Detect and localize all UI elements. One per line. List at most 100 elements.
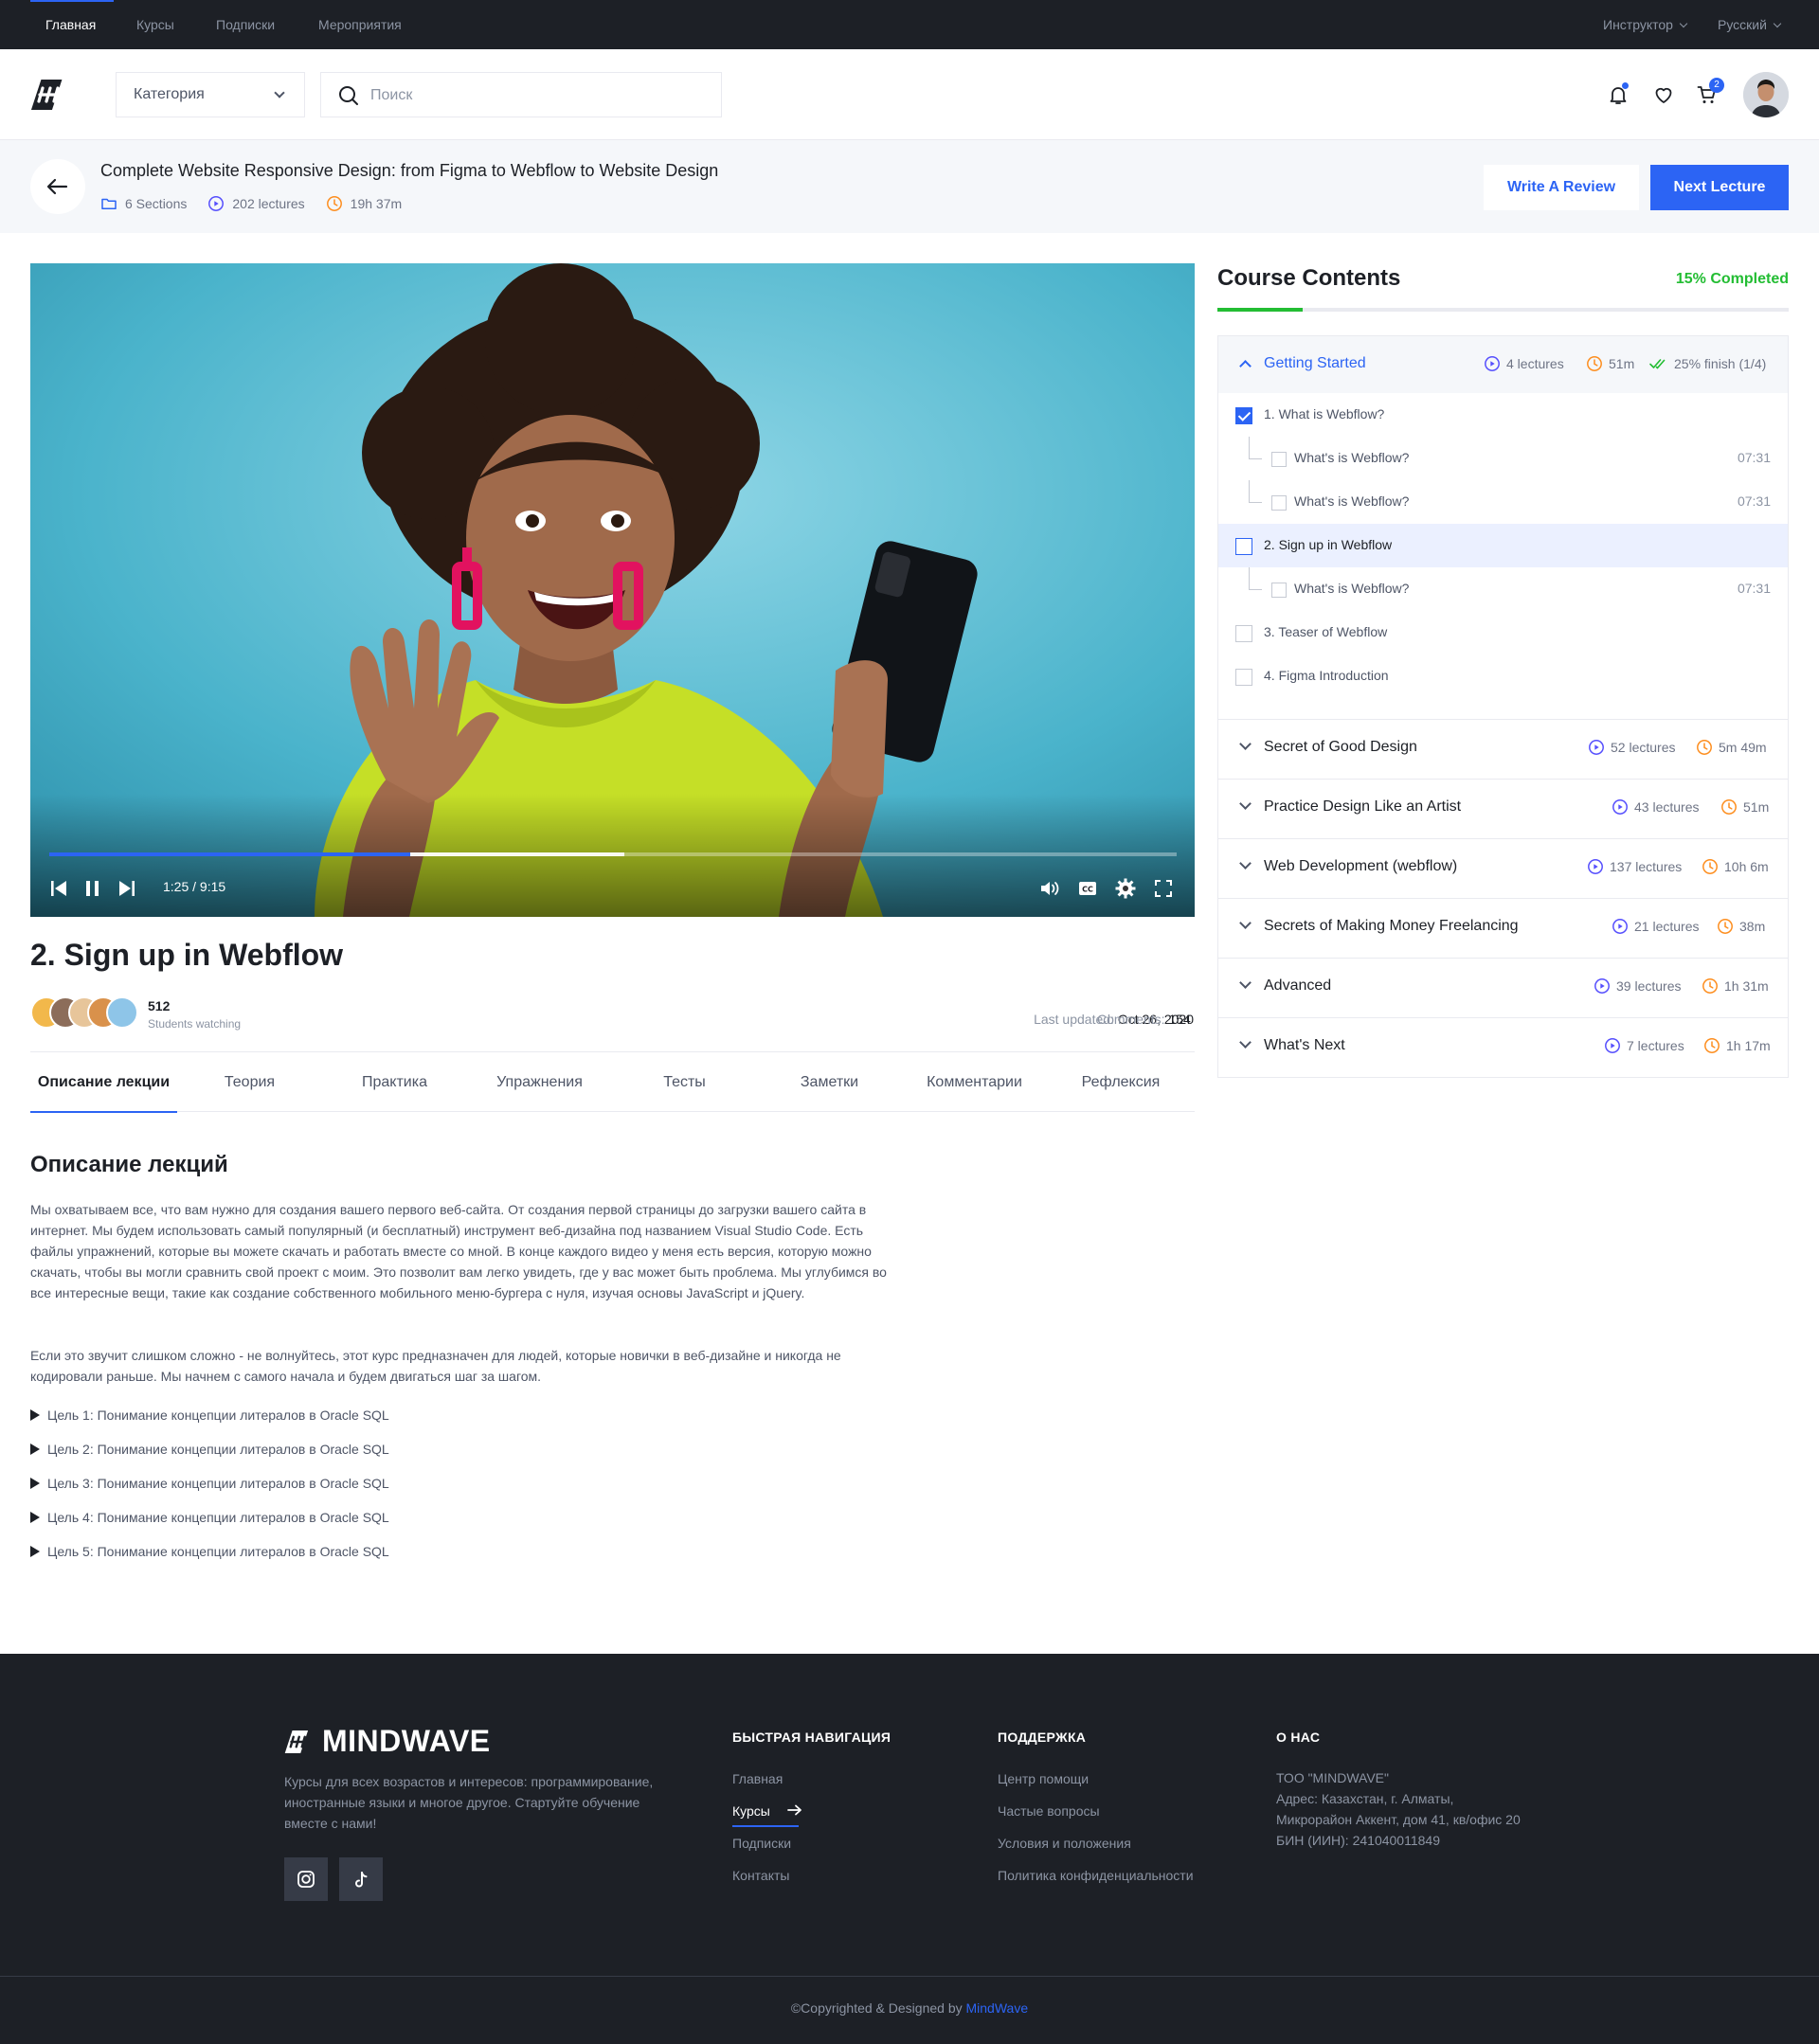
footer-link-contacts[interactable]: Контакты — [732, 1868, 789, 1883]
footer-link-faq[interactable]: Частые вопросы — [998, 1803, 1100, 1819]
topnav-courses[interactable]: Курсы — [136, 0, 174, 49]
footer-link-privacy[interactable]: Политика конфиденциальности — [998, 1868, 1194, 1883]
sections-count: 6 Sections — [125, 196, 188, 211]
captions-icon[interactable]: CC — [1076, 877, 1099, 900]
section-getting-started: Getting Started 4 lectures 51m 25% finis… — [1217, 335, 1789, 720]
lesson-checkbox[interactable] — [1271, 452, 1287, 467]
copyright-text: ©Copyrighted & Designed by — [790, 2000, 966, 2016]
instructor-dropdown[interactable]: Инструктор — [1603, 0, 1688, 49]
lesson-duration: 07:31 — [1737, 450, 1771, 465]
next-track-icon[interactable] — [116, 877, 138, 900]
section-lectures-count: 39 lectures — [1616, 978, 1682, 994]
tree-connector — [1249, 480, 1262, 503]
goal-item: Цель 2: Понимание концепции литералов в … — [30, 1442, 389, 1457]
tab-practice[interactable]: Практика — [322, 1052, 467, 1113]
instagram-button[interactable] — [284, 1857, 328, 1901]
wishlist-button[interactable] — [1652, 83, 1675, 106]
lesson-item[interactable]: 4. Figma Introduction — [1218, 654, 1788, 698]
footer-link-courses[interactable]: Курсы — [732, 1803, 802, 1819]
tiktok-button[interactable] — [339, 1857, 383, 1901]
video-player[interactable]: 1:25 / 9:15 CC — [30, 263, 1195, 917]
section-duration-value: 1h 17m — [1726, 1038, 1771, 1053]
section-duration: 51m — [1586, 355, 1634, 372]
lesson-item[interactable]: 1. What is Webflow? — [1218, 393, 1788, 437]
lesson-checkbox[interactable] — [1271, 583, 1287, 598]
lesson-checkbox[interactable] — [1235, 669, 1252, 686]
goal-text: Цель 3: Понимание концепции литералов в … — [47, 1476, 389, 1491]
section-header[interactable]: Getting Started 4 lectures 51m 25% finis… — [1218, 336, 1788, 393]
comments-count: Comments: 154 — [1097, 1012, 1191, 1027]
footer-link-subscriptions[interactable]: Подписки — [732, 1836, 791, 1851]
watching-count: 512 — [148, 998, 171, 1013]
lesson-subitem[interactable]: What's is Webflow? 07:31 — [1218, 480, 1788, 524]
tab-reflection[interactable]: Рефлексия — [1047, 1052, 1195, 1113]
section-collapsed[interactable]: Web Development (webflow) 137 lectures 1… — [1217, 839, 1789, 899]
write-review-button[interactable]: Write A Review — [1484, 165, 1639, 210]
play-circle-icon — [1612, 799, 1628, 815]
section-collapsed[interactable]: Advanced 39 lectures 1h 31m — [1217, 959, 1789, 1018]
section-collapsed[interactable]: Practice Design Like an Artist 43 lectur… — [1217, 780, 1789, 839]
category-select[interactable]: Категория — [116, 72, 305, 117]
section-duration-value: 51m — [1743, 799, 1770, 815]
language-dropdown[interactable]: Русский — [1718, 0, 1782, 49]
next-lecture-button[interactable]: Next Lecture — [1650, 165, 1789, 210]
tab-description[interactable]: Описание лекции — [30, 1052, 177, 1113]
course-title: Complete Website Responsive Design: from… — [100, 161, 719, 180]
previous-track-icon[interactable] — [47, 877, 70, 900]
topnav-subscriptions[interactable]: Подписки — [216, 0, 275, 49]
goal-text: Цель 5: Понимание концепции литералов в … — [47, 1544, 389, 1559]
topnav-home[interactable]: Главная — [45, 0, 96, 49]
cart-button[interactable]: 2 — [1696, 78, 1724, 106]
tab-tests[interactable]: Тесты — [612, 1052, 757, 1113]
top-navigation-bar: Главная Курсы Подписки Мероприятия Инстр… — [0, 0, 1819, 49]
lesson-name: 3. Teaser of Webflow — [1264, 624, 1388, 639]
lesson-subitem[interactable]: What's is Webflow? 07:31 — [1218, 567, 1788, 611]
tab-comments[interactable]: Комментарии — [902, 1052, 1047, 1113]
footer-link-terms[interactable]: Условия и положения — [998, 1836, 1131, 1851]
lesson-checkbox[interactable] — [1235, 625, 1252, 642]
user-avatar[interactable] — [1743, 72, 1789, 117]
chevron-down-icon — [1679, 19, 1688, 28]
footer-link-label: Курсы — [732, 1803, 770, 1819]
section-collapsed[interactable]: What's Next 7 lectures 1h 17m — [1217, 1018, 1789, 1078]
fullscreen-icon[interactable] — [1152, 877, 1175, 900]
volume-icon[interactable] — [1038, 877, 1061, 900]
watching-label: Students watching — [148, 1017, 242, 1031]
lesson-item[interactable]: 3. Teaser of Webflow — [1218, 611, 1788, 654]
footer-logo[interactable]: MINDWAVE — [284, 1724, 491, 1759]
language-label: Русский — [1718, 17, 1767, 32]
folder-icon — [101, 198, 117, 210]
section-duration: 5m 49m — [1696, 739, 1767, 756]
footer-link-help-center[interactable]: Центр помощи — [998, 1771, 1089, 1786]
footer-link-home[interactable]: Главная — [732, 1771, 783, 1786]
lesson-duration: 07:31 — [1737, 493, 1771, 509]
notifications-button[interactable] — [1607, 82, 1630, 106]
pause-icon[interactable] — [81, 877, 104, 900]
lesson-checkbox[interactable] — [1271, 495, 1287, 511]
chevron-down-icon — [274, 87, 285, 99]
section-lectures-count: 137 lectures — [1610, 859, 1683, 874]
back-button[interactable] — [30, 159, 85, 214]
tab-theory[interactable]: Теория — [177, 1052, 322, 1113]
tab-notes[interactable]: Заметки — [757, 1052, 902, 1113]
brand-logo-icon[interactable] — [30, 76, 68, 114]
lesson-checkbox[interactable] — [1235, 407, 1252, 424]
copyright-brand-link[interactable]: MindWave — [966, 2000, 1029, 2016]
chevron-down-icon — [1239, 1036, 1252, 1049]
lesson-checkbox[interactable] — [1235, 538, 1252, 555]
section-collapsed[interactable]: Secrets of Making Money Freelancing 21 l… — [1217, 899, 1789, 959]
settings-gear-icon[interactable] — [1114, 877, 1137, 900]
brand-logo-icon — [284, 1730, 309, 1753]
section-collapsed[interactable]: Secret of Good Design 52 lectures 5m 49m — [1217, 720, 1789, 780]
lesson-subitem[interactable]: What's is Webflow? 07:31 — [1218, 437, 1788, 480]
topnav-events[interactable]: Мероприятия — [318, 0, 402, 49]
chevron-down-icon — [1239, 798, 1252, 810]
section-finish: 25% finish (1/4) — [1649, 355, 1766, 372]
lesson-item-active[interactable]: 2. Sign up in Webflow — [1218, 524, 1788, 567]
tab-exercises[interactable]: Упражнения — [467, 1052, 612, 1113]
section-name: Web Development (webflow) — [1264, 858, 1458, 874]
search-input[interactable] — [370, 84, 702, 107]
section-duration-value: 10h 6m — [1724, 859, 1769, 874]
section-lectures-count: 52 lectures — [1611, 740, 1676, 755]
completion-progress-track — [1217, 308, 1789, 312]
